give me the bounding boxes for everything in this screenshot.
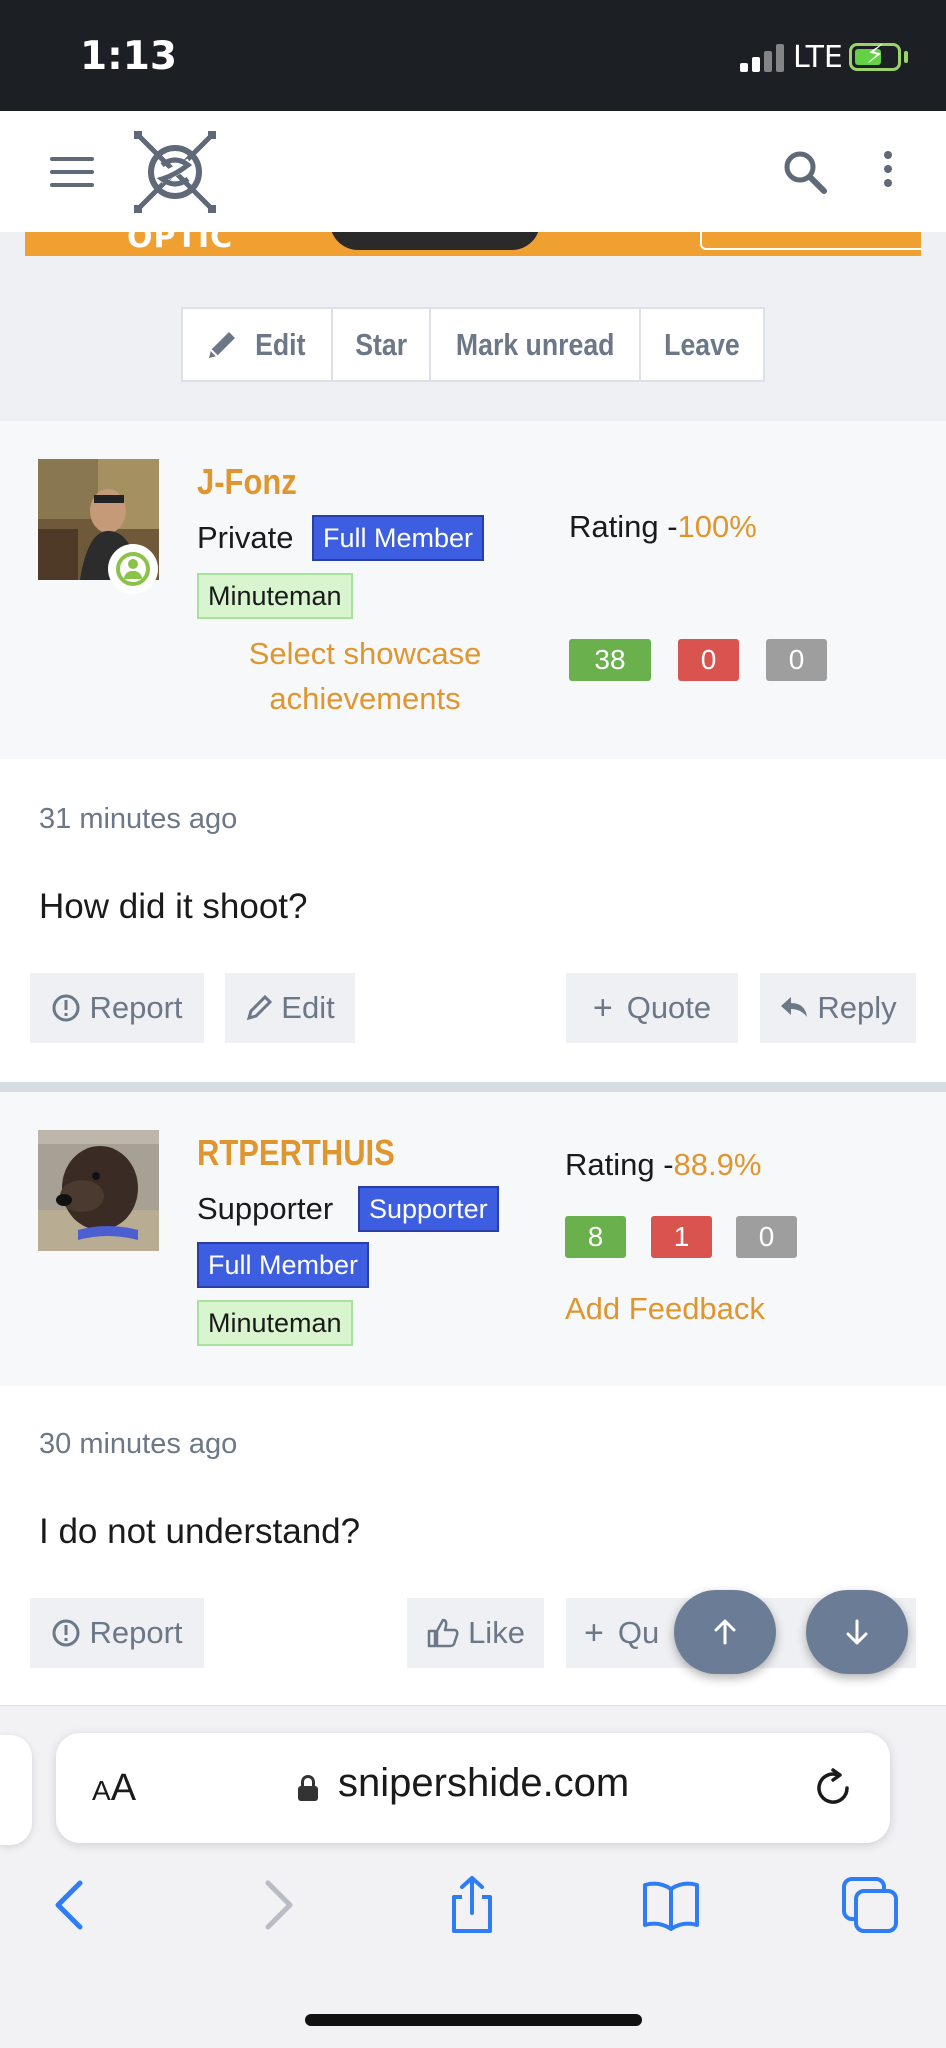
- cellular-signal-icon: [740, 44, 784, 72]
- scroll-to-top-button[interactable]: [674, 1590, 776, 1674]
- like-label: Like: [468, 1615, 525, 1650]
- battery-icon: ⚡: [849, 41, 901, 71]
- ad-banner[interactable]: OPTIC: [25, 232, 921, 256]
- user-banner-supporter: Supporter: [358, 1186, 499, 1232]
- tabs-icon[interactable]: [840, 1875, 900, 1935]
- avatar[interactable]: [38, 1130, 159, 1251]
- site-header: [0, 111, 946, 232]
- network-label: LTE: [793, 40, 843, 75]
- reload-icon[interactable]: [811, 1766, 855, 1810]
- user-title: Private: [197, 520, 294, 555]
- post-timestamp[interactable]: 30 minutes ago: [39, 1428, 237, 1461]
- ad-cta-box: [700, 232, 921, 250]
- thread-edit-label: Edit: [254, 326, 306, 362]
- add-feedback-link[interactable]: Add Feedback: [565, 1286, 765, 1331]
- feedback-negative[interactable]: 1: [651, 1216, 712, 1258]
- user-title: Supporter: [197, 1191, 334, 1226]
- thread-leave-button[interactable]: Leave: [641, 309, 763, 380]
- search-icon[interactable]: [780, 147, 830, 197]
- reply-button[interactable]: Reply: [760, 973, 916, 1043]
- online-status-icon: [108, 544, 158, 594]
- report-button[interactable]: Report: [30, 973, 204, 1043]
- thread-actions: Edit Star Mark unread Leave: [181, 307, 765, 382]
- bookmarks-icon[interactable]: [641, 1875, 701, 1935]
- feedback-neutral[interactable]: 0: [766, 639, 827, 681]
- post-message: I do not understand?: [39, 1512, 361, 1551]
- pencil-icon: [208, 331, 235, 358]
- site-logo[interactable]: [132, 129, 218, 215]
- more-options-icon[interactable]: [876, 147, 900, 197]
- post-body: 30 minutes ago I do not understand? Repo…: [0, 1386, 946, 1706]
- report-icon: [52, 1619, 80, 1647]
- thumbs-up-icon: [427, 1618, 459, 1648]
- feedback-negative[interactable]: 0: [678, 639, 739, 681]
- url-text[interactable]: snipershide.com: [338, 1761, 629, 1806]
- reply-label: Reply: [817, 990, 897, 1025]
- address-bar[interactable]: AA snipershide.com: [56, 1733, 890, 1843]
- report-button[interactable]: Report: [30, 1598, 204, 1668]
- arrow-up-icon: [714, 1619, 736, 1645]
- forward-icon[interactable]: [246, 1875, 306, 1935]
- feedback-positive[interactable]: 8: [565, 1216, 626, 1258]
- post-username[interactable]: RTPERTHUIS: [197, 1132, 427, 1174]
- user-banner-full-member: Full Member: [312, 515, 485, 561]
- status-time: 1:13: [80, 34, 178, 79]
- ad-scope-image: [330, 232, 540, 250]
- arrow-down-icon: [846, 1619, 868, 1645]
- like-button[interactable]: Like: [407, 1598, 544, 1668]
- quote-button[interactable]: + Quote: [566, 973, 738, 1043]
- quote-label: Qu: [617, 1615, 660, 1650]
- edit-label: Edit: [281, 990, 335, 1025]
- user-banner-full-member: Full Member: [197, 1242, 370, 1288]
- ad-banner-text: OPTIC: [127, 232, 234, 255]
- quote-label: Quote: [626, 990, 712, 1025]
- post-divider: [0, 1082, 946, 1092]
- reply-icon: [781, 997, 808, 1017]
- feedback-positive[interactable]: 38: [569, 639, 651, 681]
- post-timestamp[interactable]: 31 minutes ago: [39, 803, 237, 836]
- report-icon: [52, 994, 80, 1022]
- menu-icon[interactable]: [50, 157, 94, 189]
- post-username[interactable]: J-Fonz: [197, 461, 313, 503]
- status-bar: 1:13 LTE ⚡: [0, 0, 946, 111]
- previous-tab-peek[interactable]: [0, 1735, 32, 1845]
- thread-star-label: Star: [355, 326, 407, 362]
- post-message: How did it shoot?: [39, 887, 308, 926]
- thread-mark-unread-button[interactable]: Mark unread: [431, 309, 641, 380]
- plus-icon: +: [592, 988, 613, 1027]
- share-icon[interactable]: [442, 1875, 502, 1935]
- select-showcase-link[interactable]: Select showcase achievements: [210, 631, 520, 721]
- text-size-button[interactable]: AA: [92, 1767, 136, 1810]
- user-tag-minuteman: Minuteman: [197, 1300, 353, 1346]
- post-body: 31 minutes ago How did it shoot? Report …: [0, 759, 946, 1084]
- back-icon[interactable]: [42, 1875, 102, 1935]
- report-label: Report: [89, 990, 183, 1025]
- user-rating: Rating -100%: [569, 509, 757, 544]
- user-tag-minuteman: Minuteman: [197, 573, 353, 619]
- plus-icon: +: [584, 1613, 604, 1652]
- report-label: Report: [89, 1615, 183, 1650]
- thread-edit-button[interactable]: Edit: [183, 309, 333, 380]
- pencil-icon: [247, 994, 273, 1021]
- user-rating: Rating -88.9%: [565, 1147, 762, 1182]
- thread-mark-unread-label: Mark unread: [455, 326, 615, 362]
- battery-cap: [904, 51, 908, 63]
- post-user-info: RTPERTHUIS Supporter Supporter Full Memb…: [0, 1092, 946, 1386]
- post-user-info: J-Fonz Private Full Member Minuteman Sel…: [0, 421, 946, 759]
- lock-icon: [298, 1775, 318, 1801]
- scroll-to-bottom-button[interactable]: [806, 1590, 908, 1674]
- thread-star-button[interactable]: Star: [333, 309, 431, 380]
- home-indicator: [305, 2014, 642, 2026]
- edit-post-button[interactable]: Edit: [225, 973, 355, 1043]
- thread-leave-label: Leave: [664, 326, 740, 362]
- feedback-neutral[interactable]: 0: [736, 1216, 797, 1258]
